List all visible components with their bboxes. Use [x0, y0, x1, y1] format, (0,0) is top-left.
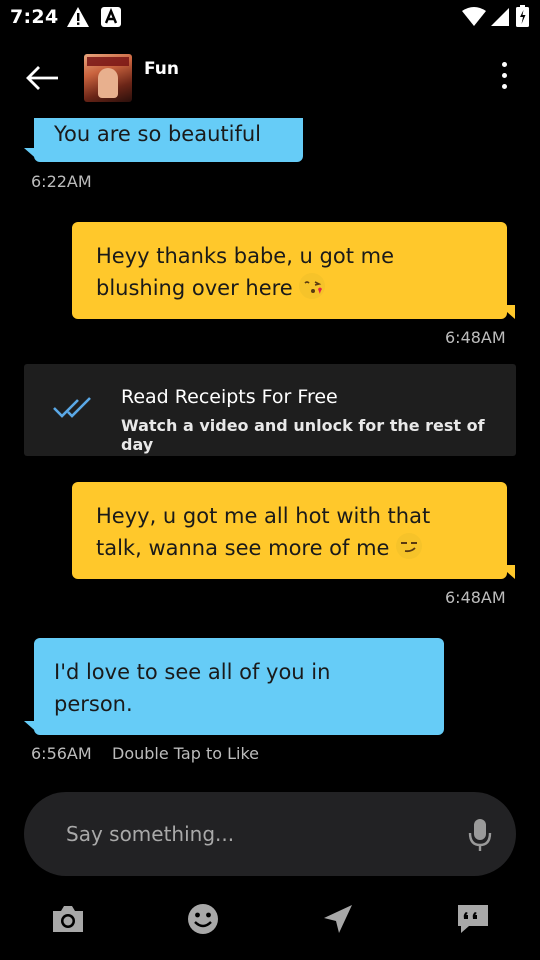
receipts-subtitle: Watch a video and unlock for the rest of… — [121, 416, 485, 454]
contact-avatar[interactable] — [84, 54, 132, 102]
incoming-message-bubble[interactable]: You are so beautiful — [34, 118, 303, 162]
outgoing-message-bubble[interactable]: Heyy thanks babe, u got me blushing over… — [72, 222, 507, 319]
wifi-icon — [462, 7, 486, 26]
message-text-line: I'd love to see all of you in — [54, 660, 331, 684]
a-box-icon — [101, 7, 121, 27]
bubble-tail — [24, 721, 40, 735]
emoji-icon[interactable] — [185, 902, 221, 936]
chat-header: Fun — [0, 40, 540, 118]
receipts-title: Read Receipts For Free — [121, 386, 338, 408]
bubble-tail — [24, 148, 40, 162]
bubble-tail — [499, 565, 515, 579]
message-text-line: Heyy, u got me all hot with that — [96, 504, 431, 528]
incoming-message-bubble[interactable]: I'd love to see all of you in person. — [34, 638, 444, 735]
message-text-line: talk, wanna see more of me — [96, 536, 390, 560]
chat-title[interactable]: Fun — [144, 59, 179, 79]
battery-icon — [516, 5, 529, 27]
smirking-face-emoji-icon — [396, 533, 423, 559]
double-check-icon — [53, 397, 91, 418]
status-bar: 7:24 — [0, 0, 540, 40]
message-time: 6:48AM — [445, 588, 506, 607]
message-time: 6:56AM — [31, 744, 92, 763]
message-input[interactable] — [66, 818, 446, 850]
message-text-line: Heyy thanks babe, u got me — [96, 244, 394, 268]
more-options-icon[interactable] — [496, 62, 512, 94]
double-tap-hint: Double Tap to Like — [112, 744, 259, 763]
message-composer — [24, 792, 516, 876]
kissing-face-emoji-icon — [299, 273, 326, 299]
microphone-icon[interactable] — [468, 818, 492, 852]
message-time: 6:22AM — [31, 172, 92, 191]
read-receipts-banner[interactable]: Read Receipts For Free Watch a video and… — [24, 364, 516, 456]
outgoing-message-bubble[interactable]: Heyy, u got me all hot with that talk, w… — [72, 482, 507, 579]
camera-icon[interactable] — [50, 902, 86, 936]
location-icon[interactable] — [320, 902, 356, 936]
message-text-line: blushing over here — [96, 276, 293, 300]
message-time: 6:48AM — [445, 328, 506, 347]
warning-icon — [67, 7, 89, 27]
signal-icon — [491, 8, 509, 26]
quote-icon[interactable] — [455, 902, 491, 936]
message-text: You are so beautiful — [54, 122, 262, 146]
message-text-line: person. — [54, 692, 133, 716]
status-time: 7:24 — [10, 6, 59, 28]
bubble-tail — [499, 305, 515, 319]
back-arrow-icon[interactable] — [24, 62, 60, 94]
